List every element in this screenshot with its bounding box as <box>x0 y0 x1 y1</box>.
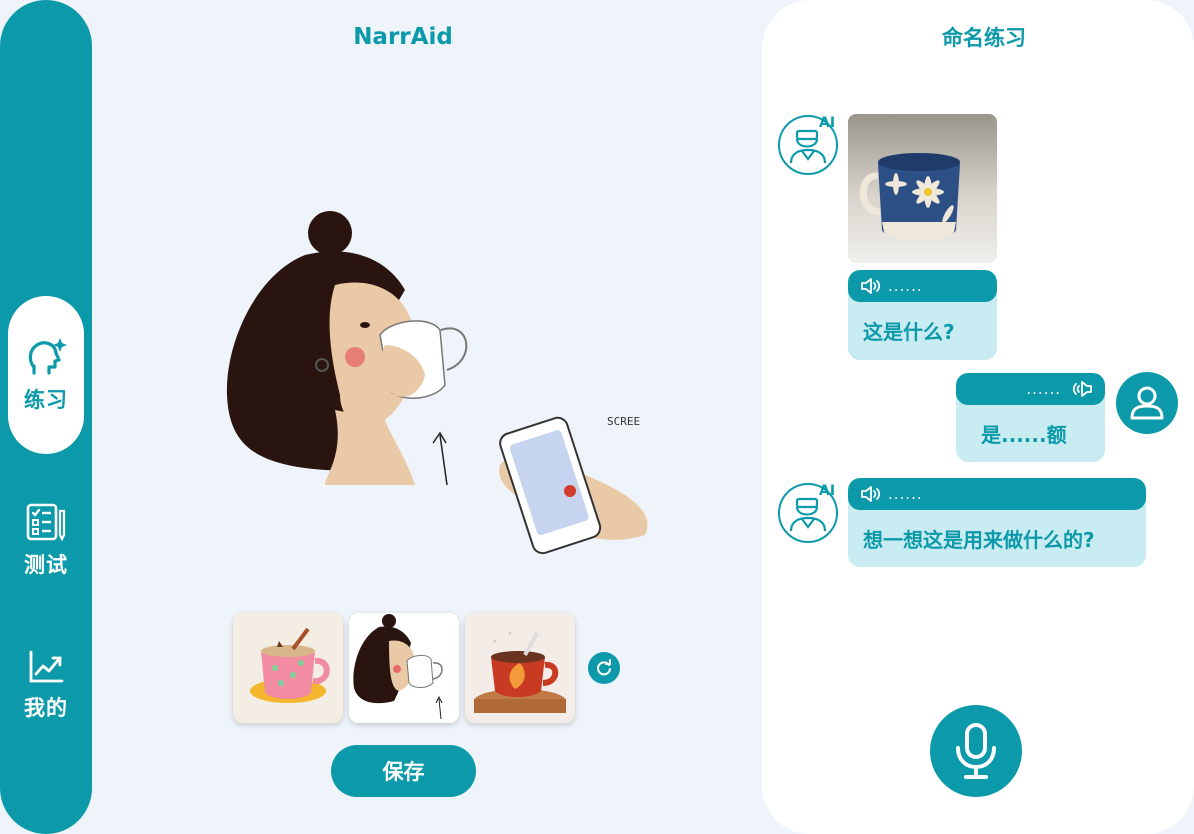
user-avatar[interactable] <box>1116 372 1178 434</box>
thumbnail-red-cup[interactable] <box>465 613 575 723</box>
thumbnail-strip <box>233 613 575 723</box>
sidebar-item-label: 练习 <box>24 388 68 412</box>
blue-flower-mug-photo <box>848 114 997 263</box>
audio-play-bar[interactable]: ...... <box>956 373 1105 405</box>
pink-mug-thumbnail <box>233 613 343 723</box>
ai-badge: AI <box>819 115 835 131</box>
checklist-icon <box>26 503 66 541</box>
message-text: 想一想这是用来做什么的? <box>863 528 1095 552</box>
ai-doctor-avatar-icon: AI <box>778 483 838 543</box>
red-cup-thumbnail <box>465 613 575 723</box>
sidebar-item-mine[interactable]: 我的 <box>0 650 92 722</box>
ai-badge: AI <box>819 483 835 499</box>
audio-play-bar[interactable]: ...... <box>848 478 1146 510</box>
thumbnail-pink-mug[interactable] <box>233 613 343 723</box>
chat-message-image[interactable] <box>848 114 997 263</box>
sidebar-item-test[interactable]: 测试 <box>0 503 92 579</box>
app-title: NarrAid <box>353 24 453 50</box>
chat-title: 命名练习 <box>942 26 1026 50</box>
sidebar-item-label: 测试 <box>24 553 68 577</box>
trend-chart-icon <box>29 650 64 683</box>
user-message-bubble: ...... 是......额 <box>956 373 1105 462</box>
microphone-button[interactable] <box>930 705 1022 797</box>
woman-drinking-illustration: SCREE <box>226 211 648 555</box>
scree-text: SCREE <box>607 415 640 428</box>
audio-label: ...... <box>1026 380 1061 398</box>
woman-drinking-thumbnail <box>349 613 459 723</box>
refresh-button[interactable] <box>588 652 620 684</box>
thumbnail-woman-drinking[interactable] <box>349 613 459 723</box>
microphone-icon <box>956 723 996 779</box>
message-text: 这是什么? <box>863 320 955 344</box>
save-button[interactable]: 保存 <box>331 745 476 797</box>
sidebar: 练习 测试 我的 <box>0 0 92 834</box>
app-root: 练习 测试 我的 NarrAid SCREE 保存 命名练习 AI ......… <box>0 0 1194 834</box>
ai-message-bubble: ...... 想一想这是用来做什么的? <box>848 478 1146 567</box>
refresh-icon <box>597 659 611 676</box>
ai-message-bubble: ...... 这是什么? <box>848 270 997 360</box>
message-text: 是......额 <box>981 423 1067 447</box>
sidebar-item-practice[interactable]: 练习 <box>8 296 84 454</box>
audio-label: ...... <box>888 277 923 295</box>
audio-label: ...... <box>888 485 923 503</box>
audio-play-bar[interactable]: ...... <box>848 270 997 302</box>
chat-panel: 命名练习 AI ...... 这是什么? ...... 是......额 AI … <box>762 0 1194 834</box>
ai-doctor-avatar-icon: AI <box>778 115 838 175</box>
speaker-icon <box>861 278 880 294</box>
speaker-icon <box>1072 381 1092 397</box>
sidebar-item-label: 我的 <box>24 696 68 720</box>
user-icon <box>1130 386 1164 420</box>
speaker-icon <box>861 486 880 502</box>
head-sparkle-icon <box>28 338 67 375</box>
